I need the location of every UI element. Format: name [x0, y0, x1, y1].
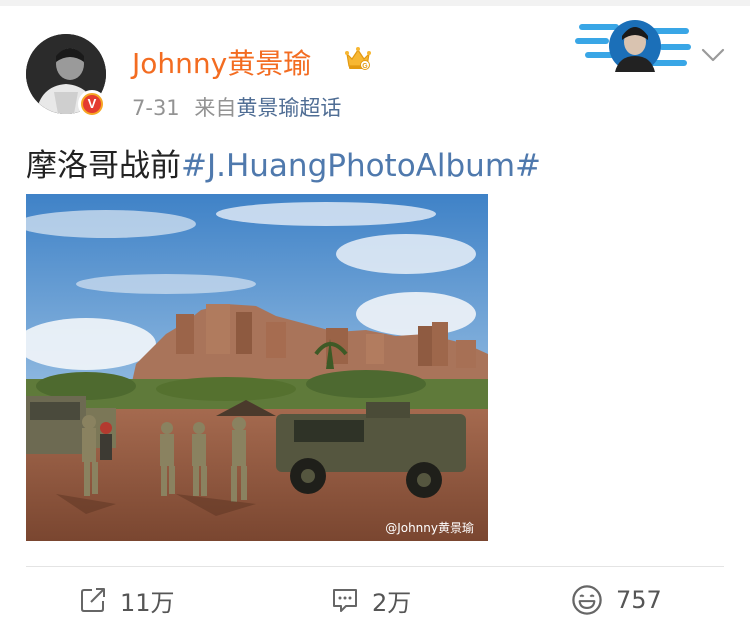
like-button[interactable]: 757	[570, 580, 662, 620]
author-name[interactable]: Johnny黄景瑜	[132, 42, 311, 82]
source-prefix: 来自	[194, 96, 237, 120]
source-link[interactable]: 黄景瑜超话	[236, 96, 341, 120]
post-meta: 7-31 来自黄景瑜超话	[132, 92, 341, 122]
verified-badge: V	[78, 90, 106, 118]
profile-decoration	[575, 20, 691, 72]
comment-count: 2万	[372, 588, 412, 617]
verified-badge-label: V	[83, 95, 101, 113]
weibo-post-card: V Johnny黄景瑜 G 7-31 来自黄景瑜超话 摩洛哥战前#J.Huang…	[0, 0, 750, 629]
hashtag-link[interactable]: #J.HuangPhotoAlbum#	[181, 148, 541, 184]
repost-icon	[81, 588, 105, 612]
post-text: 摩洛哥战前#J.HuangPhotoAlbum#	[26, 140, 541, 185]
comment-button[interactable]: 2万	[330, 580, 411, 620]
divider	[26, 566, 724, 567]
chevron-down-icon[interactable]	[700, 46, 726, 64]
post-photo[interactable]: @Johnny黄景瑜	[26, 194, 488, 541]
svg-text:G: G	[362, 63, 368, 70]
crown-icon: G	[345, 47, 371, 70]
post-date: 7-31	[132, 96, 180, 120]
smile-like-icon	[572, 585, 602, 615]
post-body: 摩洛哥战前	[26, 148, 181, 184]
like-count: 757	[616, 586, 662, 614]
repost-count: 11万	[120, 588, 175, 617]
repost-button[interactable]: 11万	[78, 580, 175, 620]
comment-icon	[333, 589, 357, 612]
photo-watermark: @Johnny黄景瑜	[385, 520, 474, 535]
